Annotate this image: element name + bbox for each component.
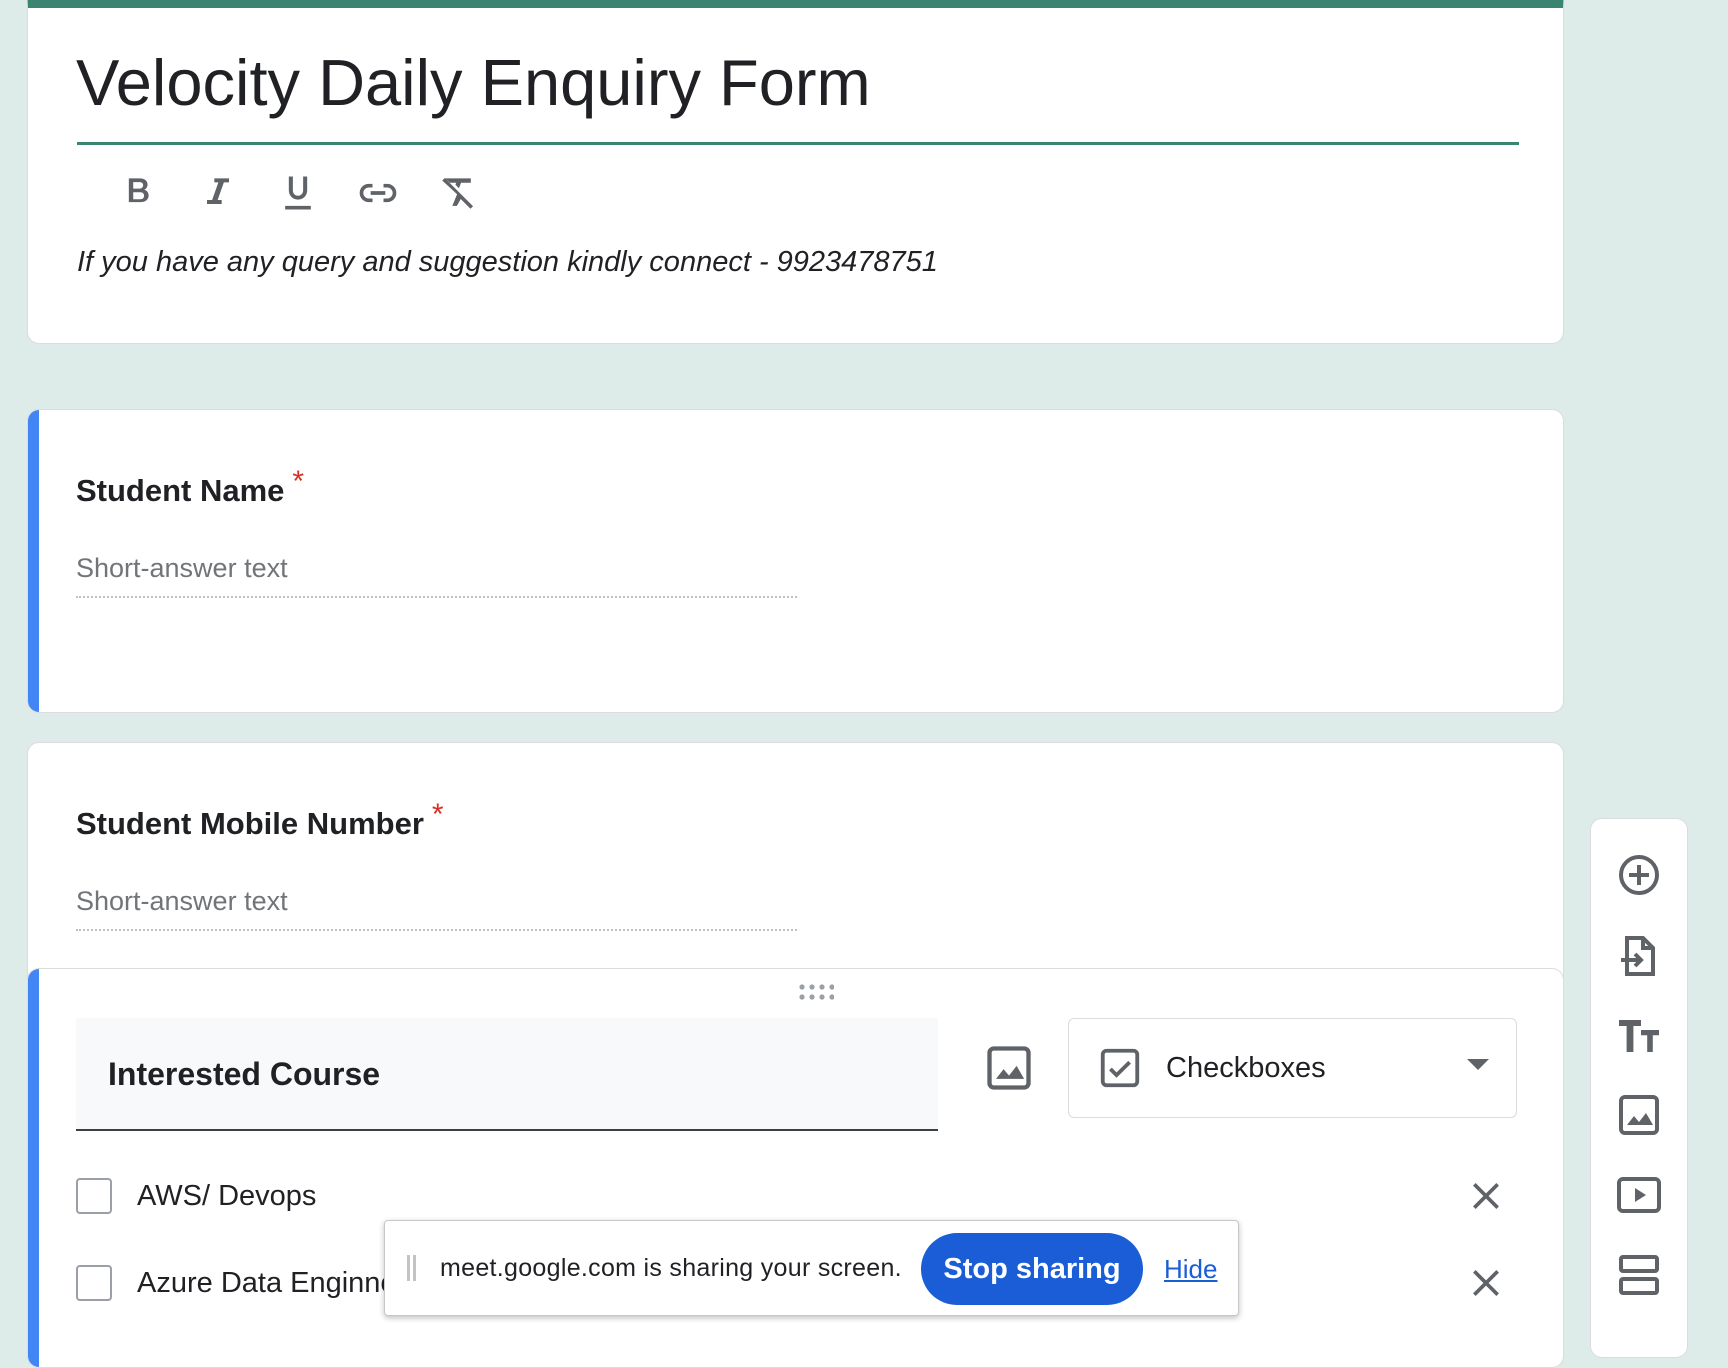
- underline-icon[interactable]: [258, 165, 338, 221]
- clear-formatting-icon[interactable]: [418, 165, 498, 221]
- italic-icon[interactable]: [178, 165, 258, 221]
- stop-sharing-button[interactable]: Stop sharing: [921, 1233, 1143, 1305]
- checkbox-option[interactable]: AWS/ Devops: [76, 1171, 1516, 1221]
- question-type-label: Checkboxes: [1166, 1052, 1326, 1084]
- side-toolbar: [1590, 818, 1688, 1358]
- option-label[interactable]: Azure Data Enginne: [137, 1267, 397, 1300]
- question-label-text: Student Mobile Number: [76, 806, 424, 841]
- import-questions-icon[interactable]: [1615, 932, 1663, 980]
- question-label-text: Student Name: [76, 473, 285, 508]
- screen-share-bar[interactable]: meet.google.com is sharing your screen. …: [384, 1220, 1239, 1316]
- drag-grip-icon[interactable]: [407, 1255, 419, 1281]
- question-title-text: Interested Course: [108, 1056, 381, 1092]
- question-type-dropdown[interactable]: Checkboxes: [1068, 1018, 1517, 1118]
- add-section-icon[interactable]: [1615, 1251, 1663, 1299]
- short-answer-placeholder: Short-answer text: [76, 553, 797, 598]
- add-video-icon[interactable]: [1615, 1171, 1663, 1219]
- add-question-icon[interactable]: [1615, 851, 1663, 899]
- form-header-card[interactable]: Velocity Daily Enquiry Form If you have …: [27, 0, 1564, 344]
- title-underline: [77, 142, 1519, 145]
- short-answer-placeholder: Short-answer text: [76, 886, 797, 931]
- required-asterisk: *: [292, 465, 305, 498]
- required-asterisk: *: [431, 798, 444, 831]
- share-message: meet.google.com is sharing your screen.: [440, 1254, 902, 1282]
- formatting-toolbar: [98, 165, 498, 221]
- add-image-icon[interactable]: [1615, 1091, 1663, 1139]
- question-label: Student Mobile Number *: [76, 798, 444, 842]
- remove-option-icon[interactable]: [1466, 1263, 1506, 1303]
- link-icon[interactable]: [338, 165, 418, 221]
- form-title[interactable]: Velocity Daily Enquiry Form: [76, 50, 871, 115]
- question-label: Student Name *: [76, 465, 304, 509]
- bold-icon[interactable]: [98, 165, 178, 221]
- option-label[interactable]: AWS/ Devops: [137, 1180, 316, 1213]
- remove-option-icon[interactable]: [1466, 1176, 1506, 1216]
- add-image-icon[interactable]: [983, 1042, 1035, 1094]
- question-card-student-name[interactable]: Student Name * Short-answer text: [27, 409, 1564, 713]
- checkbox: [76, 1265, 112, 1301]
- dropdown-arrow-icon: [1467, 1059, 1489, 1070]
- drag-handle-icon[interactable]: [798, 983, 834, 1001]
- checkbox: [76, 1178, 112, 1214]
- checkbox-type-icon: [1100, 1048, 1140, 1088]
- hide-link[interactable]: Hide: [1164, 1254, 1217, 1285]
- form-description[interactable]: If you have any query and suggestion kin…: [77, 246, 938, 279]
- question-title-input[interactable]: Interested Course: [76, 1018, 938, 1131]
- add-title-icon[interactable]: [1615, 1012, 1663, 1060]
